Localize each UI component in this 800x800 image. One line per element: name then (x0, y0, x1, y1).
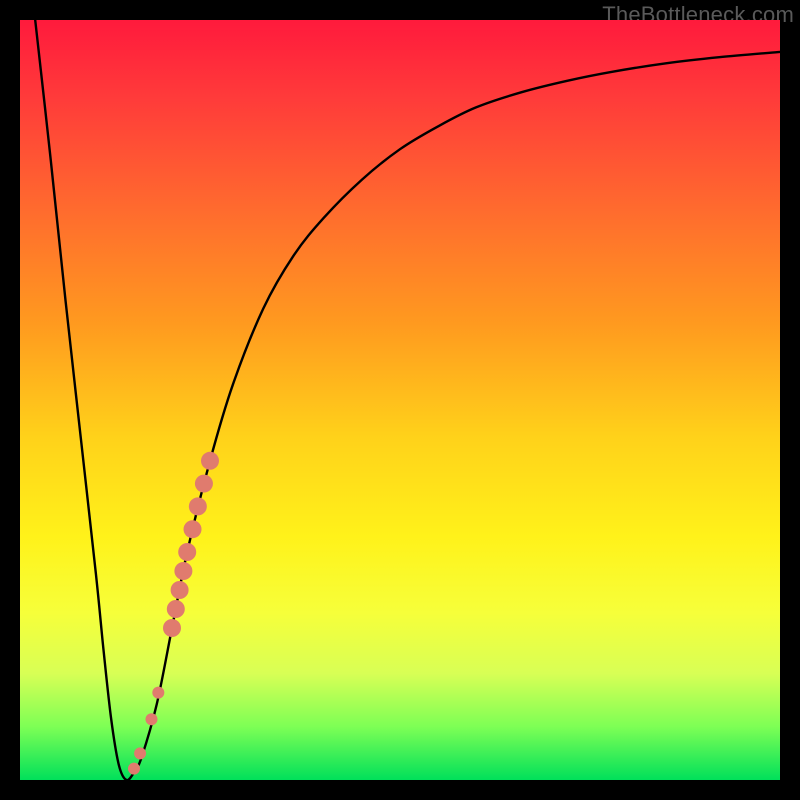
chart-svg (20, 20, 780, 780)
highlight-dot (167, 600, 185, 618)
highlight-dot (163, 619, 181, 637)
chart-frame: TheBottleneck.com (0, 0, 800, 800)
highlight-dot (174, 562, 192, 580)
highlight-dot (152, 687, 164, 699)
plot-area (20, 20, 780, 780)
highlight-dots (128, 452, 219, 775)
highlight-dot (195, 475, 213, 493)
highlight-dot (128, 763, 140, 775)
highlight-dot (201, 452, 219, 470)
bottleneck-curve (35, 20, 780, 780)
highlight-dot (178, 543, 196, 561)
highlight-dot (134, 747, 146, 759)
highlight-dot (171, 581, 189, 599)
highlight-dot (145, 713, 157, 725)
highlight-dot (184, 520, 202, 538)
highlight-dot (189, 497, 207, 515)
